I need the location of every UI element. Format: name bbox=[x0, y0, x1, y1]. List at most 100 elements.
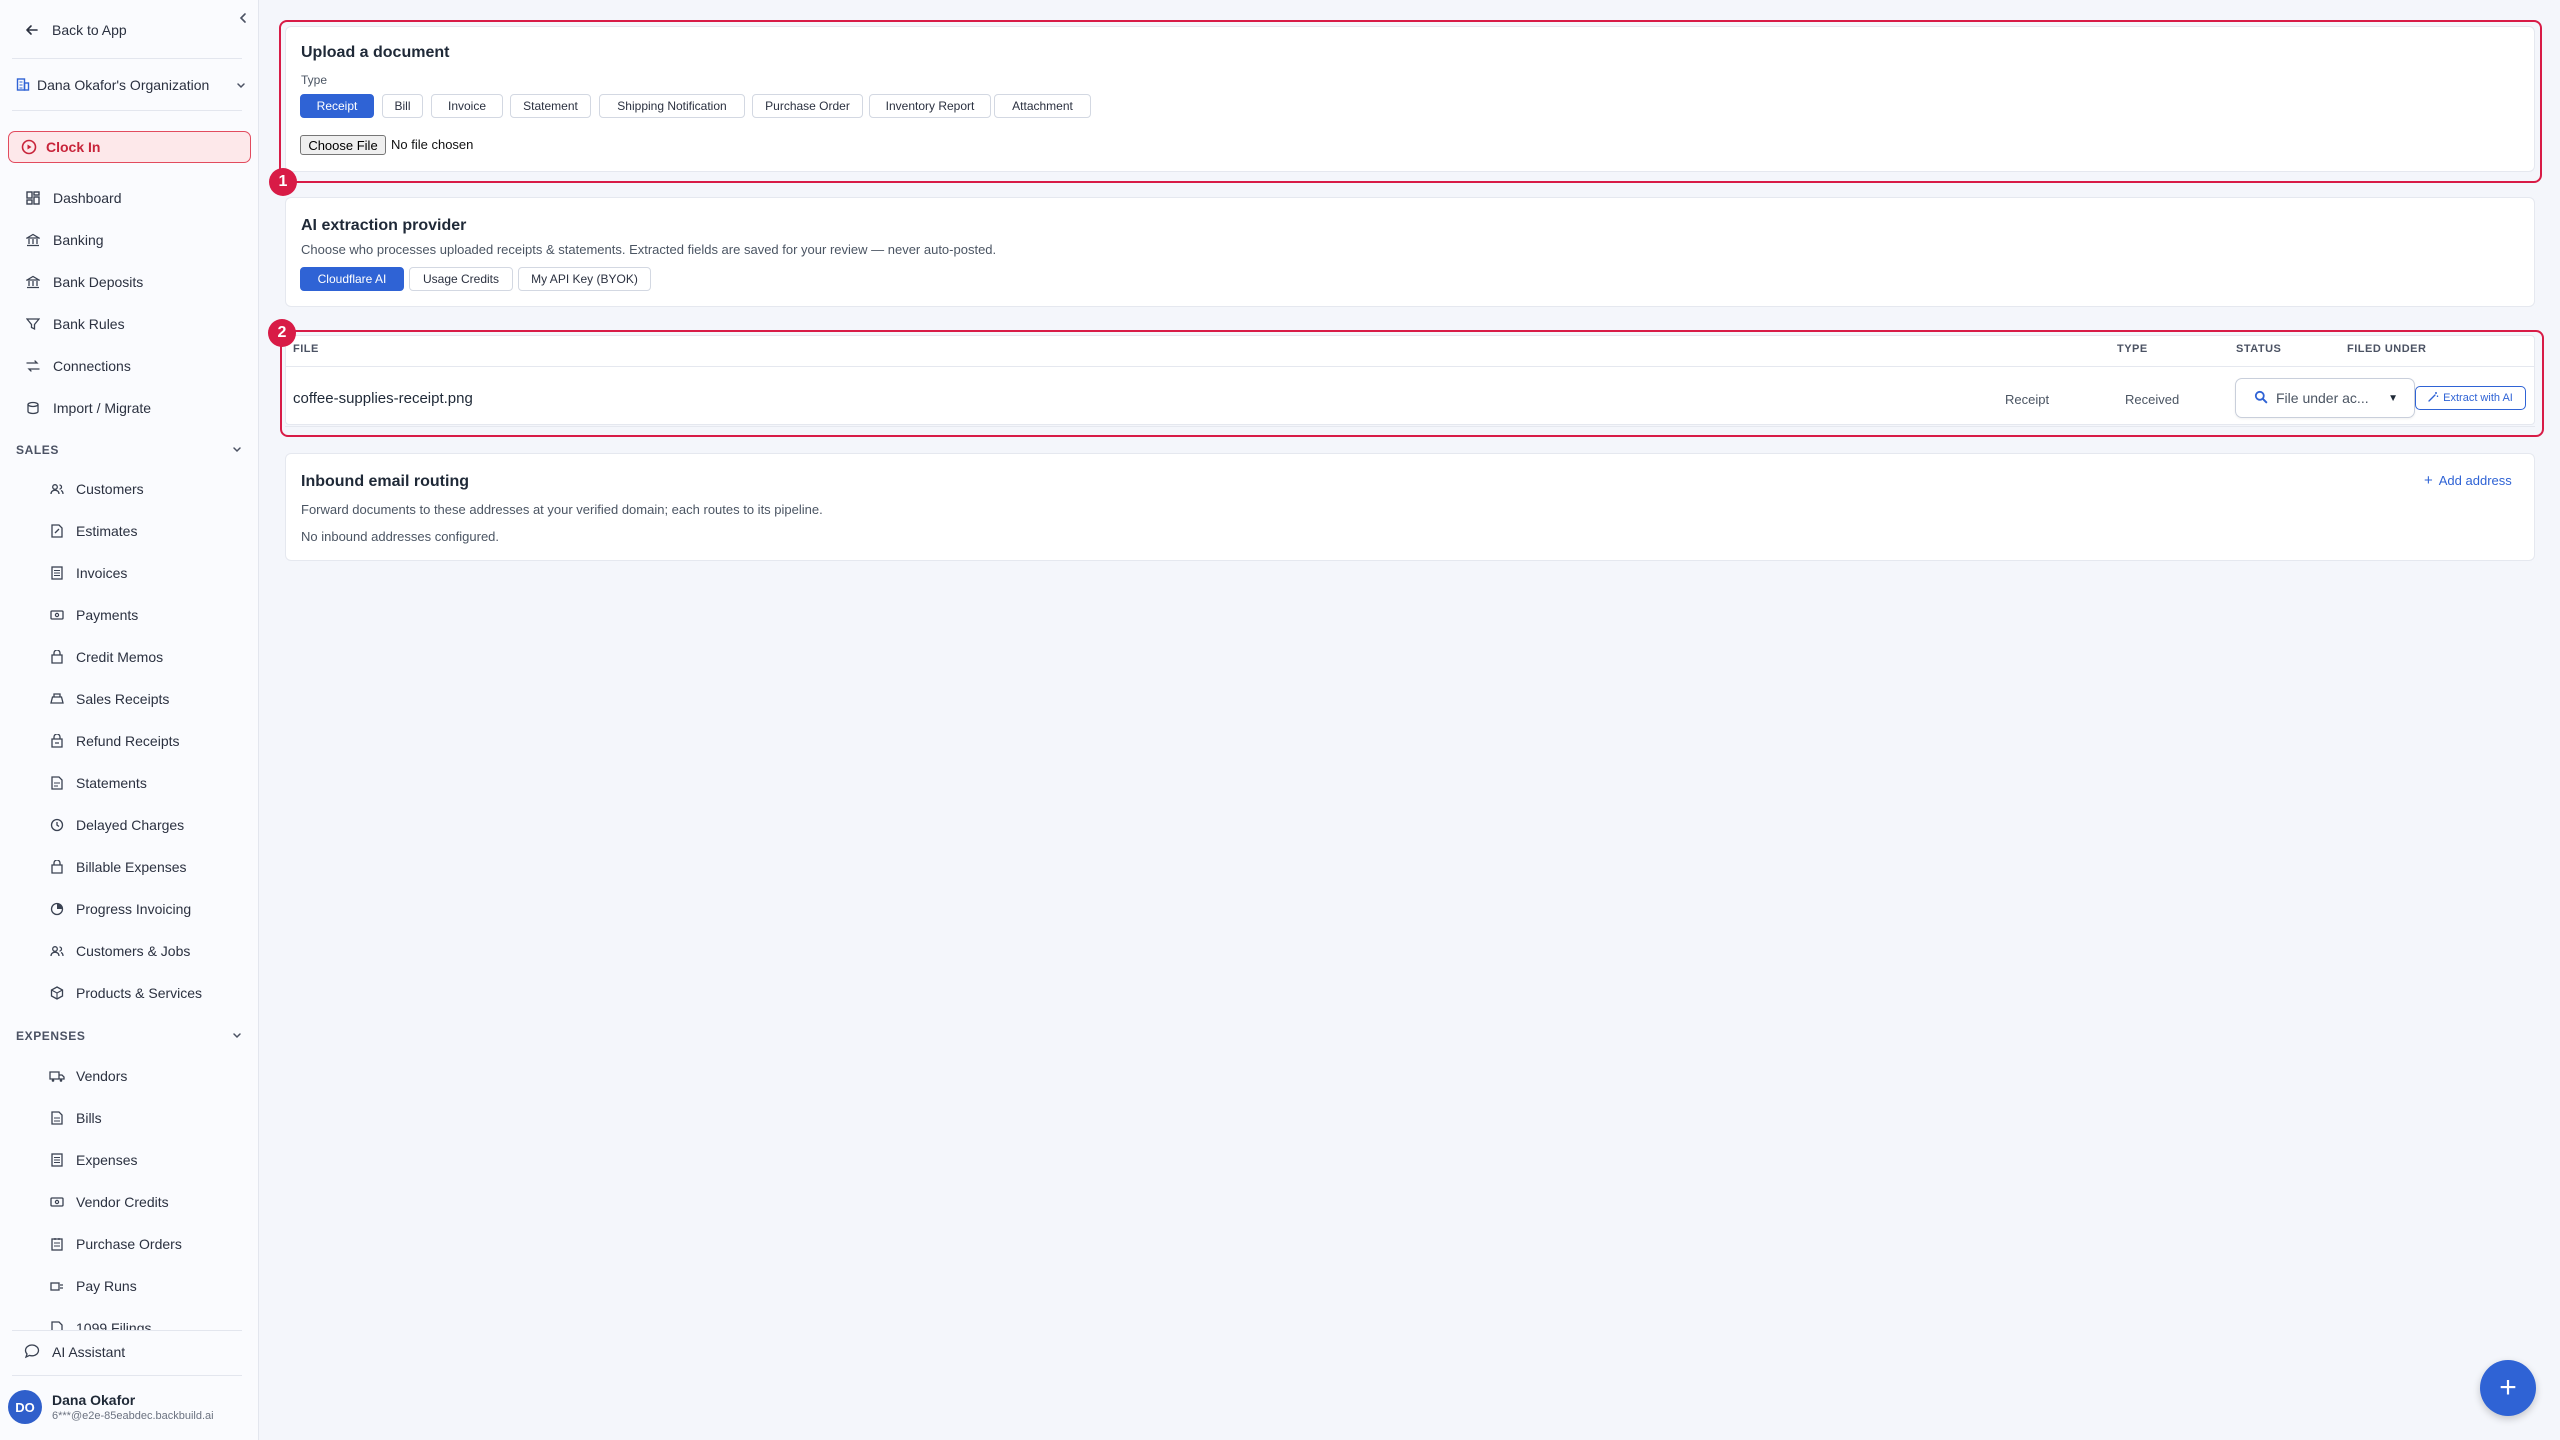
sidebar-item-label: Sales Receipts bbox=[76, 691, 170, 707]
record-icon bbox=[21, 139, 37, 155]
user-profile[interactable]: DO Dana Okafor 6***@e2e-85eabdec.backbui… bbox=[0, 1382, 259, 1432]
dashboard-icon bbox=[25, 190, 41, 206]
sidebar-item-billable-expenses[interactable]: Billable Expenses bbox=[0, 849, 259, 885]
collapse-sidebar-button[interactable] bbox=[233, 8, 253, 28]
expenses-icon bbox=[49, 1152, 65, 1168]
vendors-icon bbox=[49, 1068, 65, 1084]
sidebar-item-import-migrate[interactable]: Import / Migrate bbox=[0, 390, 259, 426]
sidebar-item-label: Customers bbox=[76, 481, 144, 497]
sidebar-item-refund-receipts[interactable]: Refund Receipts bbox=[0, 723, 259, 759]
sidebar-item-delayed-charges[interactable]: Delayed Charges bbox=[0, 807, 259, 843]
chevron-down-icon bbox=[232, 1029, 242, 1043]
ai-provider-title: AI extraction provider bbox=[301, 217, 467, 234]
sidebar-item-1099-filings[interactable]: 1099 Filings bbox=[0, 1310, 259, 1330]
purchase-orders-icon bbox=[49, 1236, 65, 1252]
building-icon bbox=[16, 77, 30, 94]
sidebar-item-estimates[interactable]: Estimates bbox=[0, 513, 259, 549]
add-fab-button[interactable]: + bbox=[2480, 1360, 2536, 1416]
sidebar-item-sales-receipts[interactable]: Sales Receipts bbox=[0, 681, 259, 717]
sidebar-item-label: Invoices bbox=[76, 565, 128, 581]
sidebar-item-customers[interactable]: Customers bbox=[0, 471, 259, 507]
sidebar-item-progress-invoicing[interactable]: Progress Invoicing bbox=[0, 891, 259, 927]
sales-receipts-icon bbox=[49, 691, 65, 707]
org-switcher[interactable]: Dana Okafor's Organization bbox=[16, 72, 246, 98]
bills-icon bbox=[49, 1110, 65, 1126]
sidebar-item-banking[interactable]: Banking bbox=[0, 222, 259, 258]
add-address-label: Add address bbox=[2438, 473, 2512, 488]
provider-option-cloudflare-ai[interactable]: Cloudflare AI bbox=[300, 267, 404, 291]
sidebar-item-bank-rules[interactable]: Bank Rules bbox=[0, 306, 259, 342]
sidebar-item-pay-runs[interactable]: Pay Runs bbox=[0, 1268, 259, 1304]
inbound-empty-text: No inbound addresses configured. bbox=[301, 529, 500, 544]
ai-assistant-label: AI Assistant bbox=[52, 1344, 126, 1360]
sidebar-item-vendor-credits[interactable]: Vendor Credits bbox=[0, 1184, 259, 1220]
sidebar-divider bbox=[12, 110, 242, 111]
provider-option-byok[interactable]: My API Key (BYOK) bbox=[518, 267, 651, 291]
chat-bubble-icon bbox=[24, 1343, 40, 1362]
clock-in-label: Clock In bbox=[46, 139, 101, 155]
sidebar-item-label: Bills bbox=[76, 1110, 102, 1126]
sidebar-item-bank-deposits[interactable]: Bank Deposits bbox=[0, 264, 259, 300]
provider-option-usage-credits[interactable]: Usage Credits bbox=[409, 267, 513, 291]
org-name: Dana Okafor's Organization bbox=[37, 77, 210, 93]
sidebar-item-purchase-orders[interactable]: Purchase Orders bbox=[0, 1226, 259, 1262]
sidebar-item-customers-jobs[interactable]: Customers & Jobs bbox=[0, 933, 259, 969]
user-meta: Dana Okafor 6***@e2e-85eabdec.backbuild.… bbox=[52, 1392, 214, 1422]
bank-rules-icon bbox=[25, 316, 41, 332]
sales-section-header[interactable]: SALES bbox=[16, 440, 242, 460]
sidebar-item-payments[interactable]: Payments bbox=[0, 597, 259, 633]
sidebar-item-label: Progress Invoicing bbox=[76, 901, 192, 917]
sidebar-item-label: Payments bbox=[76, 607, 139, 623]
highlight-box-table bbox=[280, 330, 2544, 437]
bank-deposit-icon bbox=[25, 274, 41, 290]
payments-icon bbox=[49, 607, 65, 623]
bank-icon bbox=[25, 232, 41, 248]
inbound-routing-card: Inbound email routing Forward documents … bbox=[285, 453, 2535, 561]
chevron-down-icon bbox=[236, 77, 246, 93]
sidebar-item-label: Products & Services bbox=[76, 985, 203, 1001]
chevron-left-icon bbox=[239, 13, 246, 23]
sidebar-item-label: Customers & Jobs bbox=[76, 943, 191, 959]
invoices-icon bbox=[49, 565, 65, 581]
ai-assistant-button[interactable]: AI Assistant bbox=[0, 1334, 259, 1370]
user-email: 6***@e2e-85eabdec.backbuild.ai bbox=[52, 1410, 214, 1422]
sidebar-item-label: Pay Runs bbox=[76, 1278, 137, 1294]
avatar: DO bbox=[8, 1390, 42, 1424]
plus-icon: + bbox=[2424, 472, 2433, 489]
back-to-app-link[interactable]: Back to App bbox=[0, 12, 259, 48]
sidebar-item-credit-memos[interactable]: Credit Memos bbox=[0, 639, 259, 675]
filings-icon bbox=[49, 1320, 65, 1330]
credit-memos-icon bbox=[49, 649, 65, 665]
sidebar-item-label: Import / Migrate bbox=[53, 400, 152, 416]
sidebar-item-label: 1099 Filings bbox=[76, 1320, 152, 1330]
highlight-box-upload bbox=[279, 20, 2542, 183]
sidebar-item-bills[interactable]: Bills bbox=[0, 1100, 259, 1136]
sidebar-item-label: Bank Deposits bbox=[53, 274, 144, 290]
sidebar-item-expenses[interactable]: Expenses bbox=[0, 1142, 259, 1178]
inbound-description: Forward documents to these addresses at … bbox=[301, 502, 823, 517]
ai-provider-description: Choose who processes uploaded receipts &… bbox=[301, 242, 997, 257]
add-address-button[interactable]: + Add address bbox=[2424, 472, 2512, 489]
sidebar-item-label: Vendors bbox=[76, 1068, 128, 1084]
pay-runs-icon bbox=[49, 1278, 65, 1294]
expenses-section-header[interactable]: EXPENSES bbox=[16, 1026, 242, 1046]
products-icon bbox=[49, 985, 65, 1001]
vendor-credits-icon bbox=[49, 1194, 65, 1210]
sidebar: Back to App Dana Okafor's Organization C… bbox=[0, 0, 259, 1440]
arrow-left-icon bbox=[24, 22, 40, 38]
sidebar-item-vendors[interactable]: Vendors bbox=[0, 1058, 259, 1094]
sidebar-item-dashboard[interactable]: Dashboard bbox=[0, 180, 259, 216]
sidebar-item-label: Delayed Charges bbox=[76, 817, 185, 833]
sidebar-item-invoices[interactable]: Invoices bbox=[0, 555, 259, 591]
sidebar-item-products-services[interactable]: Products & Services bbox=[0, 975, 259, 1011]
step-marker: 2 bbox=[268, 319, 296, 347]
sidebar-item-label: Banking bbox=[53, 232, 104, 248]
sidebar-item-connections[interactable]: Connections bbox=[0, 348, 259, 384]
clock-in-button[interactable]: Clock In bbox=[8, 131, 251, 163]
sidebar-item-label: Vendor Credits bbox=[76, 1194, 169, 1210]
step-marker: 1 bbox=[269, 168, 297, 196]
progress-invoicing-icon bbox=[49, 901, 65, 917]
sidebar-item-statements[interactable]: Statements bbox=[0, 765, 259, 801]
estimates-icon bbox=[49, 523, 65, 539]
sidebar-item-label: Bank Rules bbox=[53, 316, 125, 332]
